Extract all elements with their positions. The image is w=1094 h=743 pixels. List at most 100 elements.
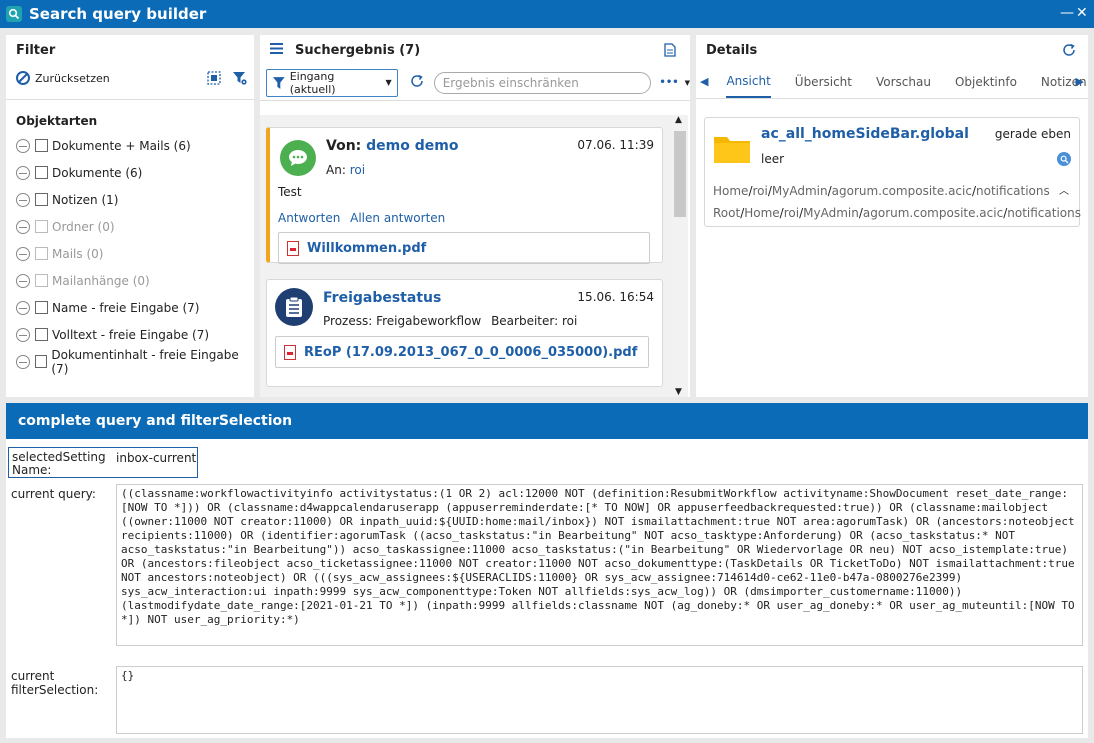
filter-selection-label: current filterSelection: (11, 669, 99, 697)
path-segment[interactable]: roi (752, 184, 767, 198)
path-segment[interactable]: notifications (976, 184, 1050, 198)
filter-item-label: Ordner (0) (52, 219, 115, 234)
checkbox[interactable] (35, 166, 48, 179)
workflow-title[interactable]: Freigabestatus (323, 290, 441, 306)
setting-label: selectedSetting Name: (12, 450, 106, 477)
more-caret-icon[interactable]: ▼ (685, 79, 690, 87)
workflow-meta: Prozess: Freigabeworkflow Bearbeiter: ro… (323, 314, 577, 328)
result-filter-input[interactable] (433, 71, 652, 94)
exclude-icon[interactable] (16, 300, 30, 315)
filter-item-label: Dokumentinhalt - freie Eingabe (7) (51, 347, 239, 376)
window-title: Search query builder (29, 5, 207, 23)
path-segment[interactable]: MyAdmin (803, 206, 859, 220)
close-button[interactable]: ✕ (1076, 6, 1088, 20)
filter-selection-textarea[interactable]: {} (116, 666, 1083, 734)
title-bar: Search query builder — ✕ (0, 0, 1094, 28)
selected-setting-box: selectedSetting Name: inbox-current (8, 447, 198, 478)
scroll-up-icon[interactable]: ▲ (675, 115, 682, 125)
result-card-mail[interactable]: Von: demo demo 07.06. 11:39 An: roi Test… (266, 127, 663, 264)
document-icon[interactable] (664, 43, 676, 61)
reset-label: Zurücksetzen (35, 71, 110, 85)
detail-card[interactable]: ac_all_homeSideBar.global gerade eben le… (704, 117, 1081, 227)
results-header: Suchergebnis (7) (260, 35, 690, 65)
item-sub: leer (761, 152, 785, 166)
tabs-right-arrow-icon[interactable]: ▶ (1076, 75, 1084, 88)
refresh-icon[interactable] (1062, 43, 1076, 60)
search-icon[interactable] (1057, 152, 1071, 166)
filter-item[interactable]: Name - freie Eingabe (7) (6, 294, 254, 321)
pdf-icon (287, 240, 299, 256)
exclude-icon[interactable] (16, 327, 30, 342)
filter-title: Filter (16, 42, 56, 58)
current-query-textarea[interactable]: ((classname:workflowactivityinfo activit… (116, 484, 1083, 646)
filter-item-label: Notizen (1) (52, 192, 119, 207)
checkbox[interactable] (34, 355, 48, 368)
detail-tabs: ◀ Ansicht Übersicht Vorschau Objektinfo … (696, 65, 1088, 99)
current-query-label: current query: (11, 487, 96, 501)
tab-objektinfo[interactable]: Objektinfo (955, 67, 1017, 97)
filter-item: Mails (0) (6, 240, 254, 267)
mail-actions: Antworten Allen antworten (278, 211, 445, 225)
clipboard-icon (275, 288, 313, 326)
select-icon[interactable] (206, 70, 222, 89)
sender-line: Von: demo demo (326, 138, 458, 154)
filter-item[interactable]: Dokumentinhalt - freie Eingabe (7) (6, 347, 254, 376)
results-list: Von: demo demo 07.06. 11:39 An: roi Test… (260, 115, 672, 397)
path-segment[interactable]: notifications (1007, 206, 1081, 220)
path-segment[interactable]: Root (713, 206, 740, 220)
reply-all-link[interactable]: Allen antworten (350, 211, 445, 225)
attachment-name: Willkommen.pdf (307, 240, 427, 256)
path-segment[interactable]: roi (784, 206, 799, 220)
checkbox[interactable] (35, 193, 48, 206)
more-options-icon[interactable]: ••• (659, 77, 678, 88)
checkbox[interactable] (35, 301, 48, 314)
attachment[interactable]: REoP (17.09.2013_067_0_0_0006_035000).pd… (275, 336, 649, 368)
reply-link[interactable]: Antworten (278, 211, 340, 225)
filter-item[interactable]: Dokumente (6) (6, 159, 254, 186)
filter-item[interactable]: Notizen (1) (6, 186, 254, 213)
checkbox[interactable] (35, 139, 48, 152)
results-scrollbar[interactable]: ▲ ▼ (672, 115, 688, 397)
path-segment[interactable]: Home (713, 184, 748, 198)
minimize-button[interactable]: — (1060, 6, 1074, 20)
exclude-icon[interactable] (16, 192, 30, 207)
exclude-icon[interactable] (16, 354, 30, 369)
checkbox (35, 220, 48, 233)
item-name[interactable]: ac_all_homeSideBar.global (761, 126, 969, 142)
recipient-link[interactable]: roi (350, 163, 365, 177)
filter-item[interactable]: Dokumente + Mails (6) (6, 132, 254, 159)
tab-ansicht[interactable]: Ansicht (726, 66, 771, 98)
path-segment[interactable]: MyAdmin (772, 184, 828, 198)
caret-down-icon: ▼ (385, 78, 392, 87)
reset-button[interactable]: Zurücksetzen (6, 65, 254, 91)
path-segment[interactable]: agorum.composite.acic (863, 206, 1003, 220)
attachment[interactable]: Willkommen.pdf (278, 232, 650, 264)
path-segment[interactable]: agorum.composite.acic (832, 184, 972, 198)
result-card-workflow[interactable]: Freigabestatus 15.06. 16:54 Prozess: Fre… (266, 279, 663, 387)
refresh-icon[interactable] (410, 74, 424, 91)
menu-icon[interactable] (270, 42, 283, 58)
checkbox[interactable] (35, 328, 48, 341)
filter-item[interactable]: Volltext - freie Eingabe (7) (6, 321, 254, 348)
mail-body: Test (278, 185, 302, 199)
filter-panel: Filter Zurücksetzen Objektarten Dokument… (6, 35, 254, 397)
scrollbar-thumb[interactable] (674, 131, 686, 217)
exclude-icon[interactable] (16, 138, 30, 153)
tab-vorschau[interactable]: Vorschau (876, 67, 931, 97)
tabs-left-arrow-icon[interactable]: ◀ (700, 75, 708, 88)
section-title: Objektarten (16, 114, 98, 128)
sender-link[interactable]: demo demo (366, 138, 458, 154)
filter-item-label: Volltext - freie Eingabe (7) (52, 327, 210, 342)
recipient-line: An: roi (326, 163, 365, 177)
exclude-icon[interactable] (16, 165, 30, 180)
path-segment[interactable]: Home (744, 206, 779, 220)
inbox-dropdown[interactable]: Eingang (aktuell) ▼ (266, 68, 398, 97)
filter-item-label: Mailanhänge (0) (52, 273, 150, 288)
tab-uebersicht[interactable]: Übersicht (795, 67, 852, 97)
collapse-chevron-icon[interactable]: ︿ (1059, 182, 1069, 197)
filter-settings-icon[interactable] (232, 70, 248, 89)
query-title: complete query and filterSelection (6, 403, 1088, 439)
scroll-down-icon[interactable]: ▼ (675, 387, 682, 397)
pdf-icon (284, 344, 296, 360)
results-title: Suchergebnis (7) (295, 42, 421, 58)
